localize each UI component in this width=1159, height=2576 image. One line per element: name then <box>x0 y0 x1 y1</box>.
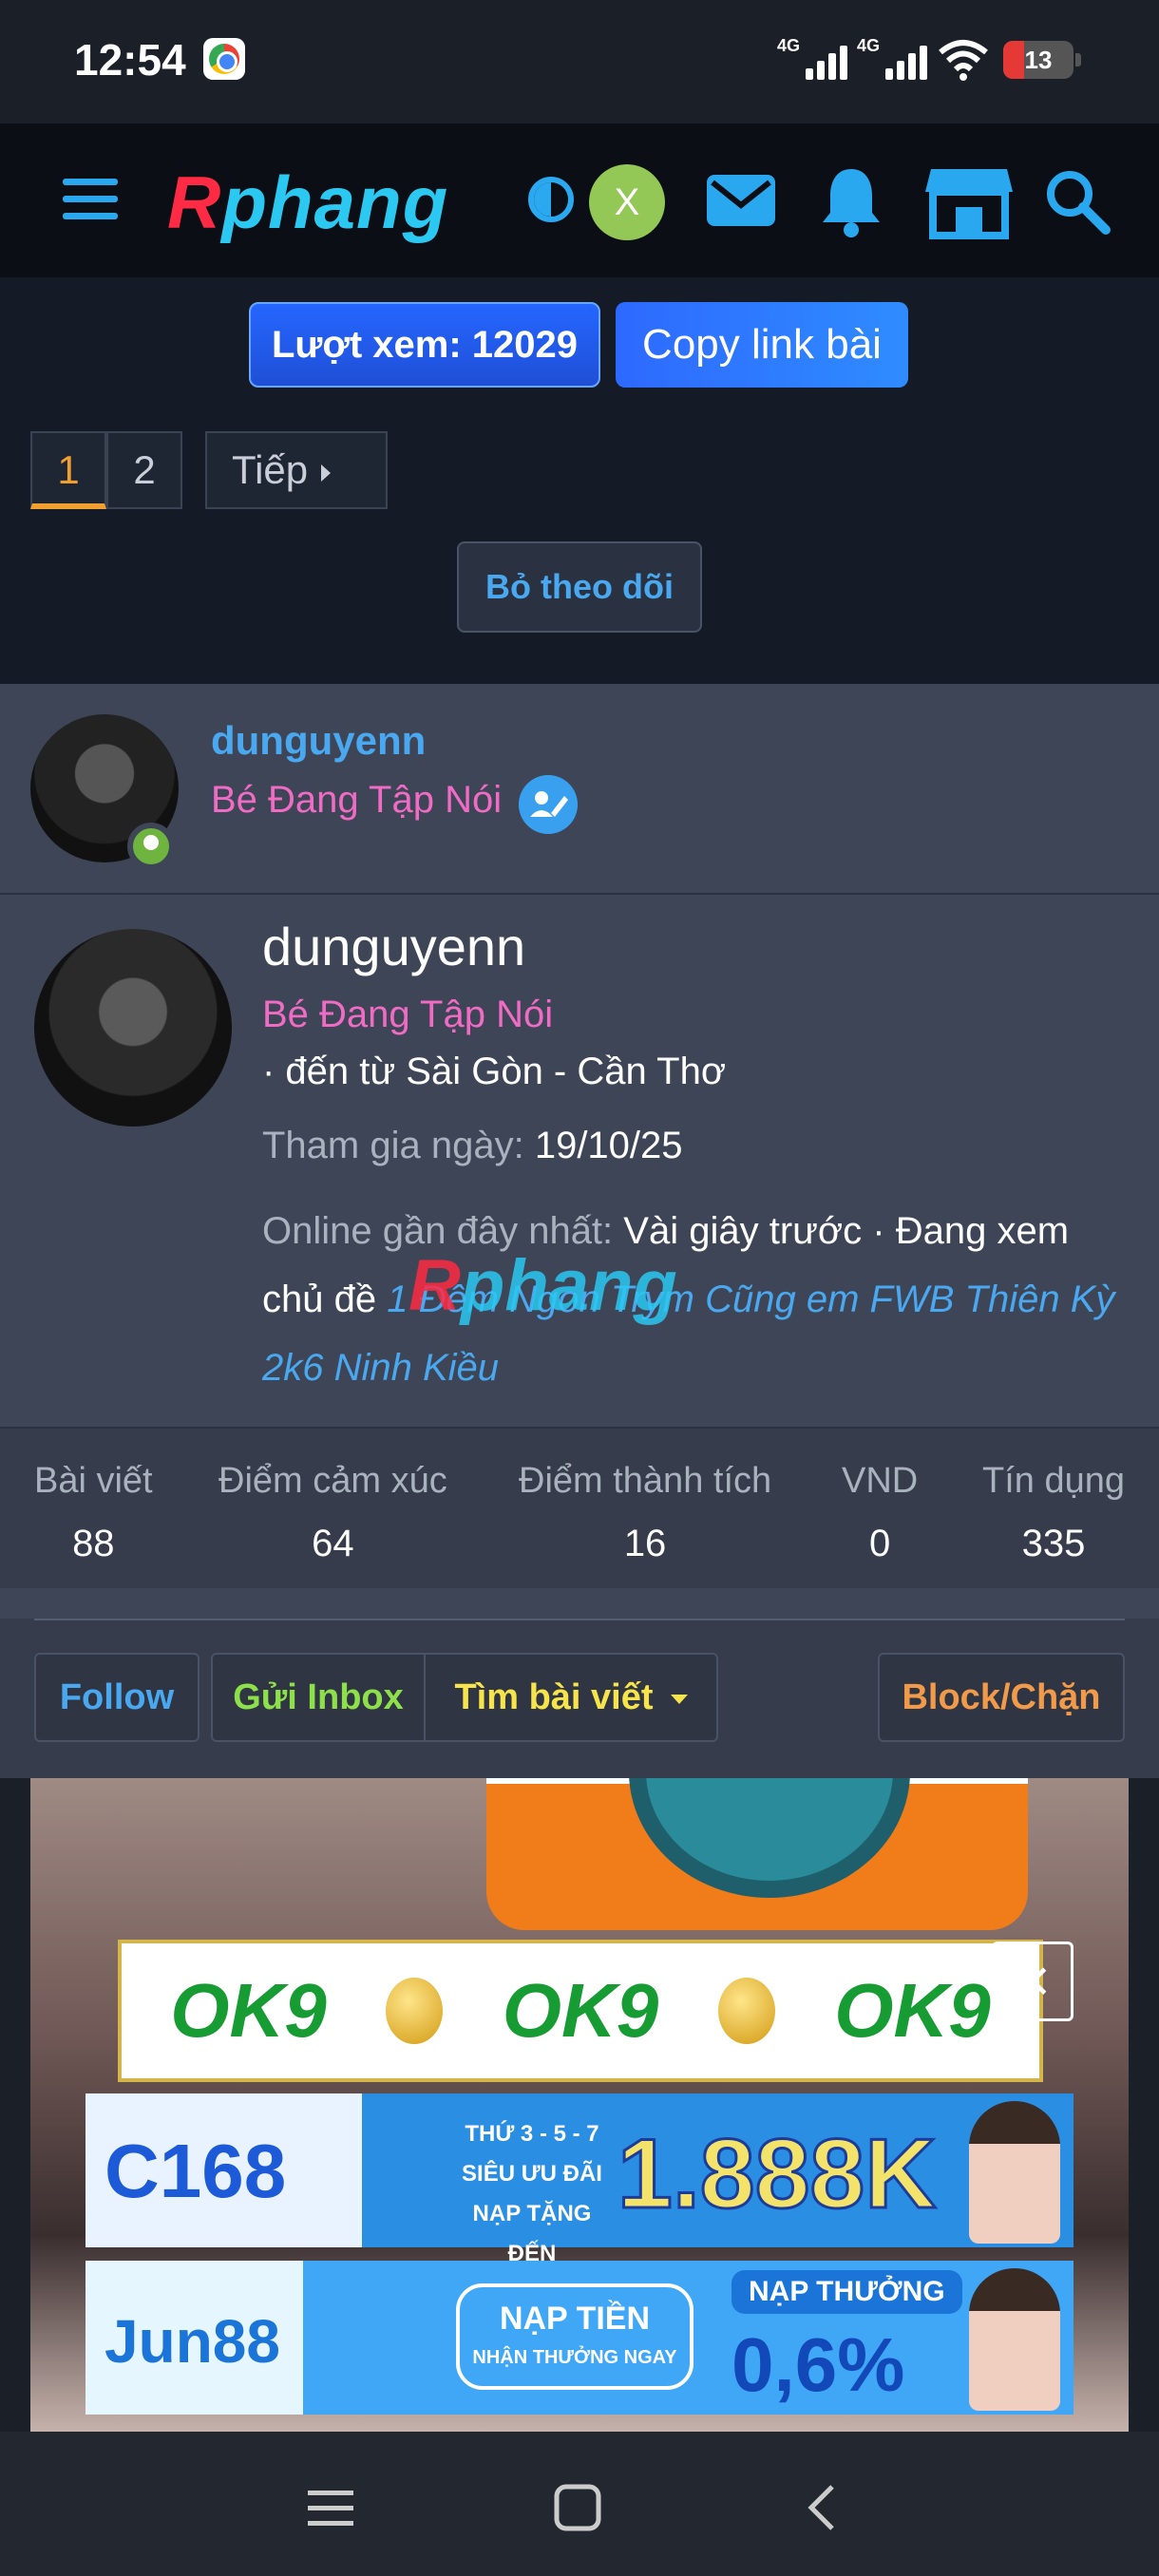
image-content <box>486 1778 1028 1930</box>
chrome-icon <box>203 38 245 80</box>
screen: 12:54 4G 4G 13 Rphang X Lượt xem: 12029 … <box>0 0 1159 2576</box>
site-logo[interactable]: Rphang <box>167 160 448 246</box>
card-joined: Tham gia ngày: 19/10/25 <box>262 1125 683 1166</box>
battery-level: 13 <box>1024 45 1053 74</box>
member-stats: Bài viết 88 Điểm cảm xúc 64 Điểm thành t… <box>0 1427 1159 1588</box>
jun88-banner[interactable]: Jun88 NẠP TIỀN NHẬN THƯỞNG NGAY NẠP THƯỞ… <box>86 2261 1074 2415</box>
next-page-button[interactable]: Tiếp <box>205 431 388 509</box>
wifi-icon <box>939 40 988 81</box>
online-status-icon <box>127 823 175 870</box>
coin-icon <box>717 1978 775 2044</box>
mail-icon[interactable] <box>703 163 779 239</box>
model-image <box>969 2101 1060 2244</box>
edit-badge-icon <box>519 775 578 834</box>
recent-apps-icon[interactable] <box>302 2479 359 2536</box>
status-time: 12:54 <box>74 35 186 85</box>
card-location: · đến từ Sài Gòn - Cần Thơ <box>262 1051 727 1092</box>
status-indicators: 4G 4G 13 <box>777 36 1081 84</box>
find-posts-button[interactable]: Tìm bài viết <box>424 1653 718 1742</box>
card-last-online: Online gần đây nhất: Vài giây trước · Đa… <box>262 1210 1115 1389</box>
post-author: dunguyenn Bé Đang Tập Nói <box>0 684 1159 895</box>
menu-icon[interactable] <box>59 177 127 226</box>
thread-toolbar: Lượt xem: 12029 Copy link bài 1 2 Tiếp B… <box>0 277 1159 684</box>
author-title: Bé Đang Tập Nói <box>211 779 503 821</box>
search-icon[interactable] <box>1039 163 1115 239</box>
view-count-button[interactable]: Lượt xem: 12029 <box>249 302 600 388</box>
close-ad-button[interactable]: × <box>992 1941 1074 2021</box>
member-actions: Follow Gửi Inbox Tìm bài viết Block/Chặn <box>0 1619 1159 1778</box>
stat-posts: Bài viết 88 <box>34 1461 153 1564</box>
user-avatar[interactable]: X <box>589 164 665 240</box>
follow-button[interactable]: Follow <box>34 1653 200 1742</box>
unfollow-button[interactable]: Bỏ theo dõi <box>457 541 702 633</box>
signal-label: 4G <box>777 36 801 55</box>
system-nav-bar <box>0 2432 1159 2576</box>
block-button[interactable]: Block/Chặn <box>878 1653 1125 1742</box>
stat-credits: Tín dụng 335 <box>982 1461 1125 1564</box>
send-inbox-button[interactable]: Gửi Inbox <box>211 1653 426 1742</box>
author-username[interactable]: dunguyenn <box>211 718 426 764</box>
viewing-thread-link[interactable]: 1 Đêm Ngon Trym Cũng em FWB Thiên Kỳ 2k6… <box>262 1279 1114 1389</box>
model-image <box>969 2268 1060 2411</box>
card-avatar[interactable] <box>34 929 232 1127</box>
signal-icon: 4G <box>777 36 847 82</box>
site-header: Rphang X <box>0 123 1159 277</box>
ok9-banner[interactable]: OK9 OK9 OK9 <box>118 1940 1043 2082</box>
page-1-link[interactable]: 1 <box>30 431 106 509</box>
signal-label: 4G <box>857 36 881 55</box>
watermark-logo: Rphang <box>408 1245 677 1326</box>
copy-link-button[interactable]: Copy link bài <box>616 302 908 388</box>
back-icon[interactable] <box>796 2479 853 2536</box>
chevron-right-icon <box>321 464 332 482</box>
store-icon[interactable] <box>922 163 1016 239</box>
stat-trophy-points: Điểm thành tích 16 <box>519 1461 772 1564</box>
battery-icon: 13 <box>1003 41 1081 79</box>
bell-icon[interactable] <box>813 163 889 239</box>
signal-icon: 4G <box>857 36 927 82</box>
status-bar: 12:54 4G 4G 13 <box>0 0 1159 123</box>
home-icon[interactable] <box>549 2479 606 2536</box>
card-pointer <box>76 864 133 895</box>
card-user-title: Bé Đang Tập Nói <box>262 994 554 1035</box>
pagination: 1 2 <box>30 431 182 513</box>
stat-reactions: Điểm cảm xúc 64 <box>218 1461 447 1564</box>
c168-banner[interactable]: C168 THỨ 3 - 5 - 7 SIÊU ƯU ĐÃI NẠP TẶNG … <box>86 2093 1074 2266</box>
divider <box>34 1619 1125 1620</box>
page-2-link[interactable]: 2 <box>106 431 182 509</box>
chevron-down-icon <box>670 1694 688 1704</box>
theme-toggle-icon[interactable] <box>528 177 574 222</box>
coin-icon <box>386 1978 444 2044</box>
stat-vnd: VND 0 <box>842 1461 919 1564</box>
card-username[interactable]: dunguyenn <box>262 916 525 977</box>
